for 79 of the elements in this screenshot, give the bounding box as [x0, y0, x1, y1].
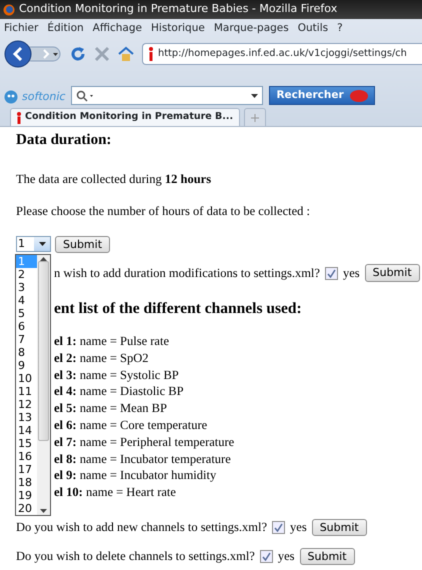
address-bar[interactable]: http://homepages.inf.ed.ac.uk/v1cjoggi/settings/ch	[142, 43, 422, 65]
menu-item[interactable]: Historique	[151, 20, 205, 36]
channel-text: el 9: name = Incubator humidity	[54, 467, 218, 484]
dropdown-option[interactable]: 11	[16, 385, 37, 398]
search-field[interactable]	[71, 86, 264, 105]
search-icon	[76, 90, 94, 102]
channel-text: el 3: name = Systolic BP	[54, 366, 180, 384]
channel-text: el 1: name = Pulse rate	[54, 333, 170, 350]
yes-label: yes	[290, 519, 307, 536]
check-icon	[326, 268, 336, 278]
dropdown-option[interactable]: 14	[16, 424, 37, 437]
dropdown-option[interactable]: 8	[16, 346, 37, 359]
channel-text: el 2: name = SpO2	[54, 350, 150, 367]
checkbox[interactable]	[260, 550, 273, 563]
yes-label: yes	[278, 548, 295, 565]
prompt-text: Please choose the number of hours of data to be collected :	[16, 202, 312, 220]
channel-text: el 4: name = Diastolic BP	[54, 383, 185, 400]
info-icon	[149, 47, 153, 61]
check-icon	[274, 522, 284, 532]
collected-text: The data are collected during 12 hours	[16, 171, 212, 188]
dropdown-option[interactable]: 9	[16, 359, 37, 372]
back-button-icon[interactable]	[4, 40, 62, 68]
menu-item[interactable]: Édition	[47, 20, 84, 36]
plus-icon	[251, 114, 260, 122]
dropdown-option[interactable]: 16	[16, 450, 37, 463]
brand-name: softonic	[22, 88, 66, 104]
dropdown-option[interactable]: 15	[16, 437, 37, 450]
home-icon[interactable]	[118, 46, 134, 62]
submit-button[interactable]: Submit	[55, 236, 110, 253]
menu-item[interactable]: ?	[337, 20, 343, 36]
menu-item[interactable]: Marque-pages	[214, 20, 289, 36]
dropdown-option[interactable]: 17	[16, 463, 37, 476]
dropdown-option[interactable]: 18	[16, 476, 37, 489]
caret-icon	[251, 94, 258, 98]
window-title: Condition Monitoring in Premature Babies - Mozilla Firefox	[19, 1, 338, 18]
channel-text: el 5: name = Mean BP	[54, 400, 168, 418]
channel-text: el 7: name = Peripheral temperature	[54, 434, 236, 451]
question-text: Do you wish to delete channels to settings.xml?	[16, 548, 255, 565]
channel-text: el 6: name = Core temperature	[54, 417, 208, 434]
reload-icon[interactable]	[70, 46, 86, 62]
url-text: http://homepages.inf.ed.ac.uk/v1cjoggi/settings/ch	[158, 46, 407, 61]
submit-button[interactable]: Submit	[312, 518, 367, 536]
brand-logo-icon	[4, 90, 18, 104]
section-heading: Data duration:	[16, 131, 112, 149]
menu-item[interactable]: Outils	[298, 20, 328, 36]
dropdown-option[interactable]: 12	[16, 398, 37, 411]
dropdown-option[interactable]: 3	[16, 281, 37, 294]
dropdown-option[interactable]: 20	[16, 502, 37, 515]
hours-select[interactable]: 1	[16, 236, 51, 252]
dropdown-option[interactable]: 13	[16, 411, 37, 424]
tab-label: Condition Monitoring in Premature B...	[25, 110, 234, 124]
menu-item[interactable]: Affichage	[92, 20, 142, 36]
submit-button[interactable]: Submit	[300, 548, 355, 565]
submit-button[interactable]: Submit	[364, 264, 420, 282]
check-icon	[262, 552, 271, 561]
caret-icon	[38, 242, 46, 246]
dropdown-option[interactable]: 10	[16, 372, 37, 385]
scroll-down-icon	[40, 509, 47, 513]
checkbox[interactable]	[272, 520, 286, 534]
dropdown-option[interactable]: 5	[16, 307, 37, 320]
menu-item[interactable]: Fichier	[4, 20, 38, 36]
scrollbar[interactable]	[37, 255, 50, 515]
info-icon	[17, 112, 21, 124]
channel-text: el 10: name = Heart rate	[54, 484, 177, 501]
dropdown-option[interactable]: 6	[16, 320, 37, 333]
browser-tab[interactable]: Condition Monitoring in Premature B...	[10, 108, 240, 126]
question-text: Do you wish to add new channels to settings.xml?	[16, 519, 268, 536]
dropdown-option[interactable]: 19	[16, 489, 37, 502]
checkbox[interactable]	[324, 266, 338, 280]
browser-logo-icon	[3, 4, 15, 16]
dropdown-option[interactable]: 4	[16, 294, 37, 307]
section-heading: ent list of the different channels used:	[54, 300, 302, 320]
question-text: n wish to add duration modifications to settings.xml?	[54, 264, 320, 282]
channel-text: el 8: name = Incubator temperature	[54, 450, 232, 468]
dropdown-option[interactable]: 7	[16, 333, 37, 346]
dropdown-option[interactable]: 2	[16, 268, 37, 281]
search-button[interactable]: Rechercher	[269, 86, 375, 105]
yes-label: yes	[342, 264, 360, 282]
new-tab-button[interactable]	[244, 108, 266, 126]
